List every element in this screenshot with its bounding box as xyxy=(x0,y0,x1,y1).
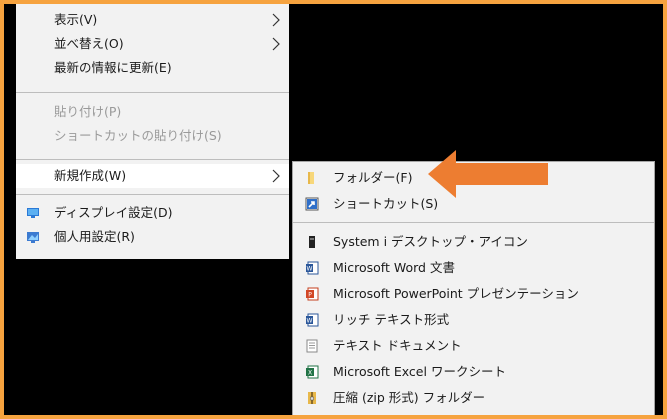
menu-item-label: Microsoft PowerPoint プレゼンテーション xyxy=(333,286,579,301)
submenu-item-excel[interactable]: X Microsoft Excel ワークシート xyxy=(293,360,654,384)
menu-item-personalize[interactable]: 個人用設定(R) xyxy=(16,225,289,249)
shortcut-icon xyxy=(305,197,319,211)
menu-item-refresh[interactable]: 最新の情報に更新(E) xyxy=(16,56,289,80)
personalize-icon xyxy=(27,232,39,243)
zip-folder-icon xyxy=(308,392,316,404)
menu-item-sort[interactable]: 並べ替え(O) xyxy=(16,32,289,56)
submenu-item-zip-folder[interactable]: 圧縮 (zip 形式) フォルダー xyxy=(293,386,654,410)
svg-text:W: W xyxy=(307,266,313,273)
submenu-item-word[interactable]: W Microsoft Word 文書 xyxy=(293,256,654,280)
menu-item-label: 新規作成(W) xyxy=(54,168,127,183)
desktop-context-menu: 表示(V) 並べ替え(O) 最新の情報に更新(E) 貼り付け(P) ショートカッ… xyxy=(16,4,289,259)
powerpoint-icon: P xyxy=(306,287,319,301)
svg-text:W: W xyxy=(307,318,313,325)
menu-separator xyxy=(293,222,654,223)
chevron-right-icon xyxy=(272,13,280,27)
chevron-right-icon xyxy=(272,169,280,183)
excel-icon: X xyxy=(306,365,319,379)
menu-item-new[interactable]: 新規作成(W) xyxy=(16,164,289,188)
menu-item-label: ショートカット(S) xyxy=(333,196,439,211)
menu-separator xyxy=(16,159,289,160)
menu-separator xyxy=(16,194,289,195)
menu-item-label: 圧縮 (zip 形式) フォルダー xyxy=(333,390,486,405)
menu-item-label: テキスト ドキュメント xyxy=(333,338,462,353)
word-icon: W xyxy=(306,261,319,275)
menu-item-label: Microsoft Word 文書 xyxy=(333,260,455,275)
menu-item-label: ショートカットの貼り付け(S) xyxy=(54,128,222,143)
menu-item-label: 最新の情報に更新(E) xyxy=(54,60,172,75)
rich-text-icon: W xyxy=(306,313,319,327)
svg-text:P: P xyxy=(308,292,312,299)
text-document-icon xyxy=(306,339,318,353)
menu-item-label: System i デスクトップ・アイコン xyxy=(333,234,528,249)
annotation-arrow-icon xyxy=(428,150,548,198)
display-settings-icon xyxy=(27,208,39,218)
chevron-right-icon xyxy=(272,37,280,51)
menu-item-label: 並べ替え(O) xyxy=(54,36,124,51)
menu-separator xyxy=(16,92,289,93)
menu-item-display-settings[interactable]: ディスプレイ設定(D) xyxy=(16,201,289,225)
folder-icon xyxy=(308,172,314,184)
menu-item-label: 貼り付け(P) xyxy=(54,104,122,119)
menu-item-label: リッチ テキスト形式 xyxy=(333,312,450,327)
svg-text:X: X xyxy=(308,370,312,377)
menu-item-label: 個人用設定(R) xyxy=(54,229,135,244)
submenu-item-text-document[interactable]: テキスト ドキュメント xyxy=(293,334,654,358)
submenu-item-system-i[interactable]: System i デスクトップ・アイコン xyxy=(293,230,654,254)
system-i-icon xyxy=(309,236,315,248)
menu-item-view[interactable]: 表示(V) xyxy=(16,8,289,32)
menu-item-paste-shortcut[interactable]: ショートカットの貼り付け(S) xyxy=(16,124,289,148)
submenu-item-rich-text[interactable]: W リッチ テキスト形式 xyxy=(293,308,654,332)
menu-item-paste[interactable]: 貼り付け(P) xyxy=(16,100,289,124)
menu-item-label: フォルダー(F) xyxy=(333,170,413,185)
menu-item-label: Microsoft Excel ワークシート xyxy=(333,364,506,379)
menu-item-label: ディスプレイ設定(D) xyxy=(54,205,173,220)
submenu-item-powerpoint[interactable]: P Microsoft PowerPoint プレゼンテーション xyxy=(293,282,654,306)
menu-item-label: 表示(V) xyxy=(54,12,98,27)
new-submenu: フォルダー(F) ショートカット(S) System i デスクトップ・アイコン… xyxy=(292,161,655,415)
